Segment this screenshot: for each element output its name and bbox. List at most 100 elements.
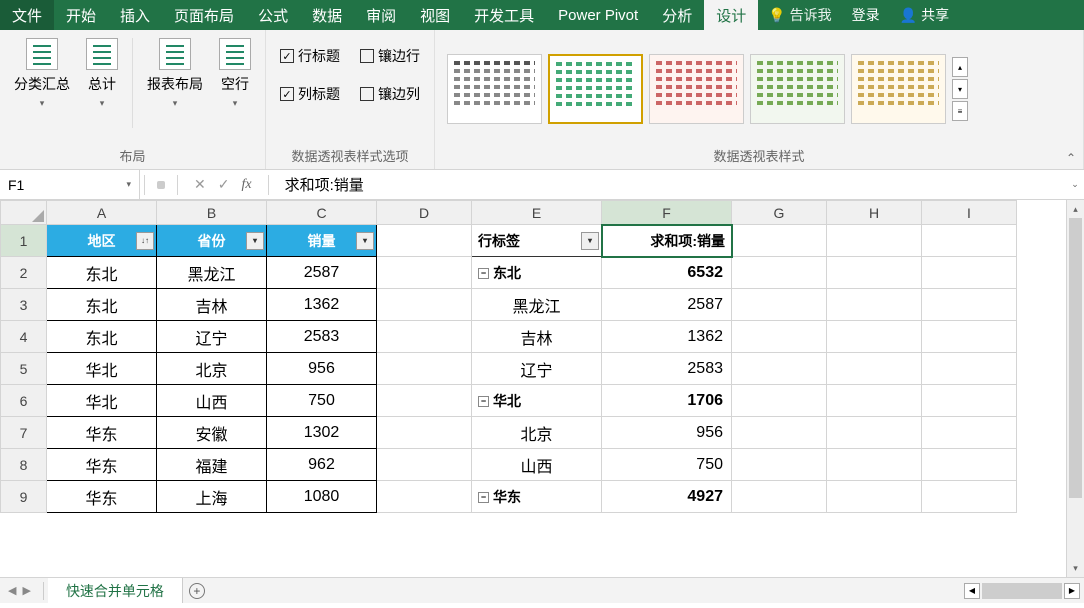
- sheet-tab-active[interactable]: 快速合并单元格: [48, 578, 183, 603]
- cell[interactable]: [732, 289, 827, 321]
- style-scroll-down[interactable]: ▾: [952, 79, 968, 99]
- cell-C8[interactable]: 962: [267, 449, 377, 481]
- cancel-icon[interactable]: ✕: [194, 176, 206, 193]
- cell[interactable]: [377, 353, 472, 385]
- pivot-item[interactable]: 北京: [472, 417, 602, 449]
- row-3[interactable]: 3: [1, 289, 47, 321]
- tab-review[interactable]: 审阅: [354, 0, 408, 30]
- pivot-grp[interactable]: −东北: [472, 257, 602, 289]
- scroll-thumb[interactable]: [1069, 218, 1082, 498]
- spreadsheet[interactable]: A B C D E F G H I 1 地区↓↑ 省份▾ 销量▾ 行标签▾ 求和…: [0, 200, 1066, 577]
- cell[interactable]: [732, 417, 827, 449]
- hscroll-left[interactable]: ◀: [964, 583, 980, 599]
- cell-A3[interactable]: 东北: [47, 289, 157, 321]
- cell-B5[interactable]: 北京: [157, 353, 267, 385]
- cell-B9[interactable]: 上海: [157, 481, 267, 513]
- tab-formulas[interactable]: 公式: [246, 0, 300, 30]
- cell[interactable]: [827, 385, 922, 417]
- chk-row-headers[interactable]: ✓行标题: [280, 46, 340, 66]
- pivot-val[interactable]: 2587: [602, 289, 732, 321]
- blank-rows-button[interactable]: 空行▾: [211, 34, 259, 113]
- cell[interactable]: [922, 481, 1017, 513]
- col-I[interactable]: I: [922, 201, 1017, 225]
- row-6[interactable]: 6: [1, 385, 47, 417]
- cell[interactable]: [377, 385, 472, 417]
- tab-nav-next[interactable]: ▶: [22, 584, 30, 597]
- report-layout-button[interactable]: 报表布局▾: [139, 34, 211, 113]
- cell[interactable]: [732, 481, 827, 513]
- filter-icon[interactable]: ▾: [581, 232, 599, 250]
- cell-B1[interactable]: 省份▾: [157, 225, 267, 257]
- style-thumb-4[interactable]: [750, 54, 845, 124]
- cell[interactable]: [922, 385, 1017, 417]
- col-E[interactable]: E: [472, 201, 602, 225]
- row-4[interactable]: 4: [1, 321, 47, 353]
- cell-B8[interactable]: 福建: [157, 449, 267, 481]
- cell[interactable]: [922, 257, 1017, 289]
- col-H[interactable]: H: [827, 201, 922, 225]
- tab-home[interactable]: 开始: [54, 0, 108, 30]
- pivot-total[interactable]: 4927: [602, 481, 732, 513]
- cell[interactable]: [922, 225, 1017, 257]
- formula-input[interactable]: 求和项:销量: [273, 174, 1066, 195]
- cell-A2[interactable]: 东北: [47, 257, 157, 289]
- cell[interactable]: [922, 417, 1017, 449]
- cell[interactable]: [377, 321, 472, 353]
- tab-nav-prev[interactable]: ◀: [8, 584, 16, 597]
- cell[interactable]: [732, 225, 827, 257]
- pivot-value-hdr[interactable]: 求和项:销量: [602, 225, 732, 257]
- style-thumb-2[interactable]: [548, 54, 643, 124]
- cell[interactable]: [827, 481, 922, 513]
- select-all-corner[interactable]: [1, 201, 47, 225]
- cell[interactable]: [732, 321, 827, 353]
- tab-data[interactable]: 数据: [300, 0, 354, 30]
- cell[interactable]: [922, 353, 1017, 385]
- scroll-down[interactable]: ▾: [1067, 559, 1084, 577]
- formula-expand[interactable]: ⌄: [1066, 179, 1084, 190]
- cell[interactable]: [827, 321, 922, 353]
- pivot-val[interactable]: 750: [602, 449, 732, 481]
- cell-C1[interactable]: 销量▾: [267, 225, 377, 257]
- cell[interactable]: [827, 225, 922, 257]
- scroll-up[interactable]: ▴: [1067, 200, 1084, 218]
- tab-powerpivot[interactable]: Power Pivot: [546, 0, 650, 30]
- cell-A9[interactable]: 华东: [47, 481, 157, 513]
- cell[interactable]: [377, 225, 472, 257]
- col-C[interactable]: C: [267, 201, 377, 225]
- chk-banded-rows[interactable]: 镶边行: [360, 46, 420, 66]
- cell-A6[interactable]: 华北: [47, 385, 157, 417]
- pivot-grp[interactable]: −华北: [472, 385, 602, 417]
- cell[interactable]: [377, 449, 472, 481]
- cell[interactable]: [377, 289, 472, 321]
- cell-A8[interactable]: 华东: [47, 449, 157, 481]
- cell[interactable]: [827, 417, 922, 449]
- tab-file[interactable]: 文件: [0, 0, 54, 30]
- col-D[interactable]: D: [377, 201, 472, 225]
- tab-developer[interactable]: 开发工具: [462, 0, 546, 30]
- row-7[interactable]: 7: [1, 417, 47, 449]
- tab-design[interactable]: 设计: [704, 0, 758, 30]
- vertical-scrollbar[interactable]: ▴ ▾: [1066, 200, 1084, 577]
- row-8[interactable]: 8: [1, 449, 47, 481]
- cell-C4[interactable]: 2583: [267, 321, 377, 353]
- pivot-total[interactable]: 6532: [602, 257, 732, 289]
- pivot-grp[interactable]: −华东: [472, 481, 602, 513]
- horizontal-scrollbar[interactable]: ◀ ▶: [211, 583, 1084, 599]
- fx-icon[interactable]: fx: [241, 177, 251, 193]
- tab-insert[interactable]: 插入: [108, 0, 162, 30]
- cell-C5[interactable]: 956: [267, 353, 377, 385]
- share[interactable]: 👤共享: [890, 0, 959, 30]
- cell-C6[interactable]: 750: [267, 385, 377, 417]
- cell-B6[interactable]: 山西: [157, 385, 267, 417]
- collapse-icon[interactable]: −: [478, 396, 489, 407]
- cell[interactable]: [827, 449, 922, 481]
- cell[interactable]: [827, 257, 922, 289]
- login[interactable]: 登录: [842, 0, 890, 30]
- cell[interactable]: [827, 289, 922, 321]
- filter-icon[interactable]: ↓↑: [136, 232, 154, 250]
- cell[interactable]: [377, 257, 472, 289]
- pivot-val[interactable]: 2583: [602, 353, 732, 385]
- cell-C7[interactable]: 1302: [267, 417, 377, 449]
- cell-A1[interactable]: 地区↓↑: [47, 225, 157, 257]
- pivot-row-label-hdr[interactable]: 行标签▾: [472, 225, 602, 257]
